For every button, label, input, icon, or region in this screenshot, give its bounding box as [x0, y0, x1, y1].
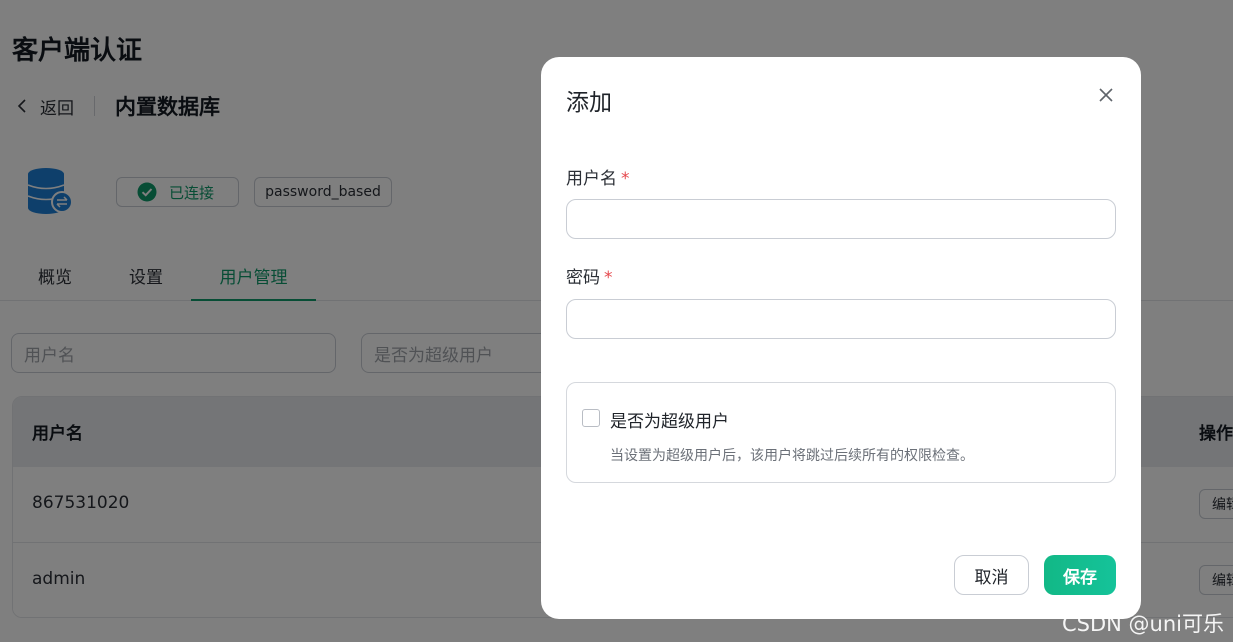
cancel-button[interactable]: 取消: [954, 555, 1029, 595]
superuser-checkbox[interactable]: [582, 409, 600, 427]
password-label: 密码 *: [566, 263, 613, 288]
save-button[interactable]: 保存: [1044, 555, 1116, 595]
required-mark: *: [621, 169, 630, 189]
watermark: CSDN @uni可乐: [1062, 612, 1225, 636]
username-label-text: 用户名: [566, 169, 617, 189]
dialog-title: 添加: [566, 90, 612, 116]
add-user-dialog: 添加 用户名 * 密码 * 是否为超级用户 当设置为超级用户后，该用户将跳过后续所有…: [541, 57, 1141, 619]
password-label-text: 密码: [566, 268, 600, 288]
close-icon[interactable]: [1097, 86, 1115, 104]
superuser-hint: 当设置为超级用户后，该用户将跳过后续所有的权限检查。: [610, 448, 974, 464]
superuser-label[interactable]: 是否为超级用户: [610, 407, 729, 432]
username-label: 用户名 *: [566, 164, 630, 189]
superuser-option: 是否为超级用户 当设置为超级用户后，该用户将跳过后续所有的权限检查。: [566, 382, 1116, 483]
username-input[interactable]: [566, 199, 1116, 239]
password-input[interactable]: [566, 299, 1116, 339]
required-mark: *: [604, 268, 613, 288]
